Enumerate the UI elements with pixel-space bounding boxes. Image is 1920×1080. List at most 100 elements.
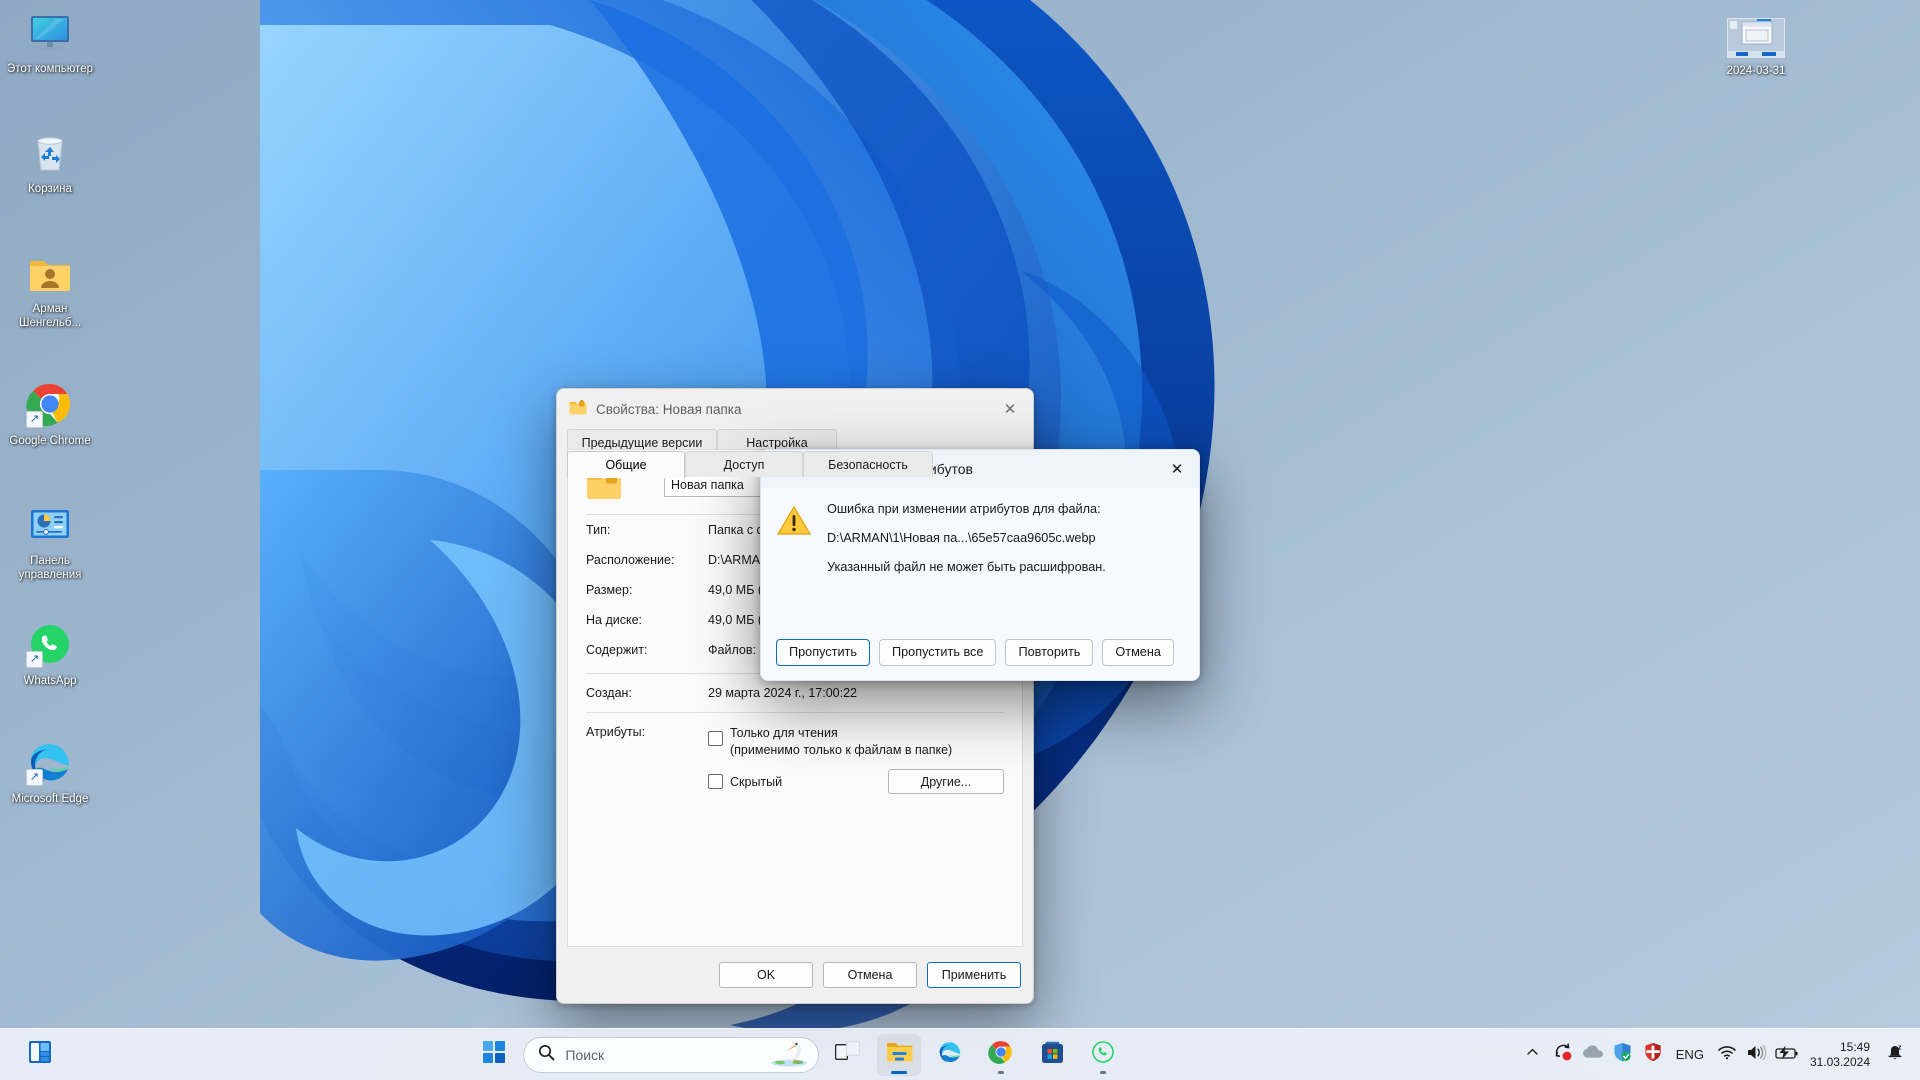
chevron-up-icon	[1526, 1046, 1539, 1064]
monitor-icon	[26, 8, 74, 56]
retry-button[interactable]: Повторить	[1005, 638, 1094, 666]
taskbar-item-google-chrome[interactable]	[979, 1034, 1023, 1076]
taskbar-item-task-view[interactable]	[826, 1034, 870, 1076]
checkbox-hidden-label: Скрытый	[730, 774, 783, 789]
field-label: Создан:	[586, 686, 632, 700]
running-indicator	[998, 1070, 1005, 1074]
chrome-icon	[988, 1039, 1014, 1070]
properties-footer: OK Отмена Применить	[557, 947, 1033, 1003]
tab-security[interactable]: Безопасность	[803, 451, 933, 477]
widgets-icon	[27, 1039, 53, 1070]
field-label: Размер:	[586, 583, 633, 597]
field-label: Расположение:	[586, 553, 675, 567]
taskbar-item-microsoft-store[interactable]	[1030, 1034, 1074, 1076]
attributes-label: Атрибуты:	[586, 725, 646, 739]
shortcut-arrow-icon: ↗	[26, 651, 43, 668]
properties-titlebar[interactable]: Свойства: Новая папка ✕	[557, 389, 1033, 429]
tray-item-battery[interactable]	[1772, 1034, 1802, 1076]
clock-date: 31.03.2024	[1809, 1054, 1870, 1069]
clock-time: 15:49	[1839, 1039, 1870, 1054]
wifi-icon	[1717, 1044, 1737, 1065]
desktop-icon-label: Microsoft Edge	[11, 793, 89, 805]
ok-button[interactable]: OK	[719, 962, 813, 988]
tray-item-screen-recorder[interactable]	[1548, 1034, 1578, 1076]
desktop-icon-label: Арман Шенгельб...	[18, 303, 82, 329]
recycle-bin-icon	[26, 128, 74, 176]
desktop-icon-control-panel[interactable]: Панель управления	[4, 500, 96, 582]
apply-button[interactable]: Применить	[927, 962, 1021, 988]
field-value: 29 марта 2024 г., 17:00:22	[708, 686, 857, 700]
checkbox-readonly[interactable]	[708, 731, 723, 746]
taskbar-item-file-explorer[interactable]	[877, 1033, 922, 1076]
search-input[interactable]: Поиск	[523, 1036, 820, 1073]
field-label: Содержит:	[586, 643, 648, 657]
tray-language-indicator[interactable]: ENG	[1668, 1034, 1712, 1076]
desktop-icon-google-chrome[interactable]: ↗ Google Chrome	[4, 380, 96, 448]
cloud-icon	[1582, 1044, 1604, 1065]
bell-do-not-disturb-icon: z	[1885, 1042, 1905, 1067]
tab-general[interactable]: Общие	[567, 451, 685, 478]
cancel-button[interactable]: Отмена	[1102, 638, 1174, 666]
taskbar-item-microsoft-edge[interactable]	[928, 1034, 972, 1076]
widgets-button[interactable]	[18, 1034, 62, 1076]
cancel-button[interactable]: Отмена	[823, 962, 917, 988]
control-panel-icon	[26, 500, 74, 548]
shortcut-arrow-icon: ↗	[26, 769, 43, 786]
error-dialog-body: Ошибка при изменении атрибутов для файла…	[761, 488, 1199, 589]
desktop-icon-microsoft-edge[interactable]: ↗ Microsoft Edge	[4, 738, 96, 806]
properties-close-button[interactable]: ✕	[987, 389, 1033, 429]
skip-all-button[interactable]: Пропустить все	[878, 638, 997, 666]
field-label: На диске:	[586, 613, 643, 627]
tray-item-notifications[interactable]: z	[1880, 1034, 1910, 1076]
search-placeholder: Поиск	[565, 1046, 605, 1063]
error-line-2: D:\ARMAN\1\Новая па...\65e57caa9605c.web…	[827, 531, 1096, 545]
desktop-icon-user-folder[interactable]: Арман Шенгельб...	[4, 248, 96, 330]
tray-item-network[interactable]	[1712, 1034, 1742, 1076]
skip-button[interactable]: Пропустить	[776, 638, 870, 666]
folder-lock-icon	[569, 399, 587, 420]
checkbox-readonly-label: Только для чтения	[730, 726, 838, 740]
taskbar[interactable]: Поиск ENG 15:49 31.03.2024 z	[0, 1028, 1920, 1080]
checkbox-readonly-sublabel: (применимо только к файлам в папке)	[730, 743, 953, 757]
desktop-icon-label: Корзина	[28, 183, 72, 195]
warning-triangle-icon	[776, 504, 812, 538]
checkbox-readonly-row[interactable]: Только для чтения (применимо только к фа…	[708, 725, 1004, 759]
desktop-icon-label: Google Chrome	[9, 435, 91, 447]
checkbox-hidden-row[interactable]: Скрытый Другие...	[708, 769, 1004, 794]
attributes-block: Атрибуты: Только для чтения (применимо т…	[586, 713, 1004, 794]
error-dialog-footer: Пропустить Пропустить все Повторить Отме…	[761, 624, 1199, 680]
svg-text:z: z	[1898, 1045, 1902, 1052]
start-icon	[483, 1041, 506, 1068]
desktop-icon-label: Этот компьютер	[7, 63, 93, 75]
shield-red-icon	[1644, 1042, 1662, 1067]
checkbox-hidden[interactable]	[708, 774, 723, 789]
tray-item-windows-security[interactable]	[1608, 1034, 1638, 1076]
tray-item-antivirus[interactable]	[1638, 1034, 1668, 1076]
desktop-icon-label: Панель управления	[18, 555, 82, 581]
error-line-1: Ошибка при изменении атрибутов для файла…	[827, 502, 1101, 516]
screen-record-icon	[1553, 1042, 1573, 1067]
error-dialog-close-button[interactable]: ✕	[1155, 450, 1199, 488]
attribute-error-dialog[interactable]: Ошибка изменения атрибутов ✕ Ошибка при …	[760, 449, 1200, 681]
desktop-icon-screenshot-file[interactable]: 2024-03-31	[1710, 17, 1802, 78]
tray-chevron-up-button[interactable]	[1518, 1034, 1548, 1076]
desktop-icon-recycle-bin[interactable]: Корзина	[4, 128, 96, 196]
folder-icon	[886, 1040, 913, 1069]
whatsapp-icon: ↗	[26, 620, 74, 668]
tray-clock[interactable]: 15:49 31.03.2024	[1802, 1040, 1880, 1070]
other-attributes-button[interactable]: Другие...	[888, 769, 1004, 794]
screenshot-thumb-icon	[1726, 17, 1786, 59]
heron-illustration-icon	[768, 1037, 810, 1072]
task-view-icon	[835, 1040, 861, 1069]
battery-charging-icon	[1775, 1045, 1799, 1065]
taskbar-item-whatsapp[interactable]	[1081, 1034, 1125, 1076]
field-label: Тип:	[586, 523, 611, 537]
tray-item-volume[interactable]	[1742, 1034, 1772, 1076]
desktop[interactable]: Этот компьютер Корзина Арман Шенгельб...	[0, 0, 1920, 1080]
start-button[interactable]	[472, 1034, 516, 1076]
desktop-icon-this-computer[interactable]: Этот компьютер	[4, 8, 96, 76]
edge-icon: ↗	[26, 738, 74, 786]
tray-item-onedrive[interactable]	[1578, 1034, 1608, 1076]
desktop-icon-whatsapp[interactable]: ↗ WhatsApp	[4, 620, 96, 688]
tab-sharing[interactable]: Доступ	[685, 451, 803, 477]
